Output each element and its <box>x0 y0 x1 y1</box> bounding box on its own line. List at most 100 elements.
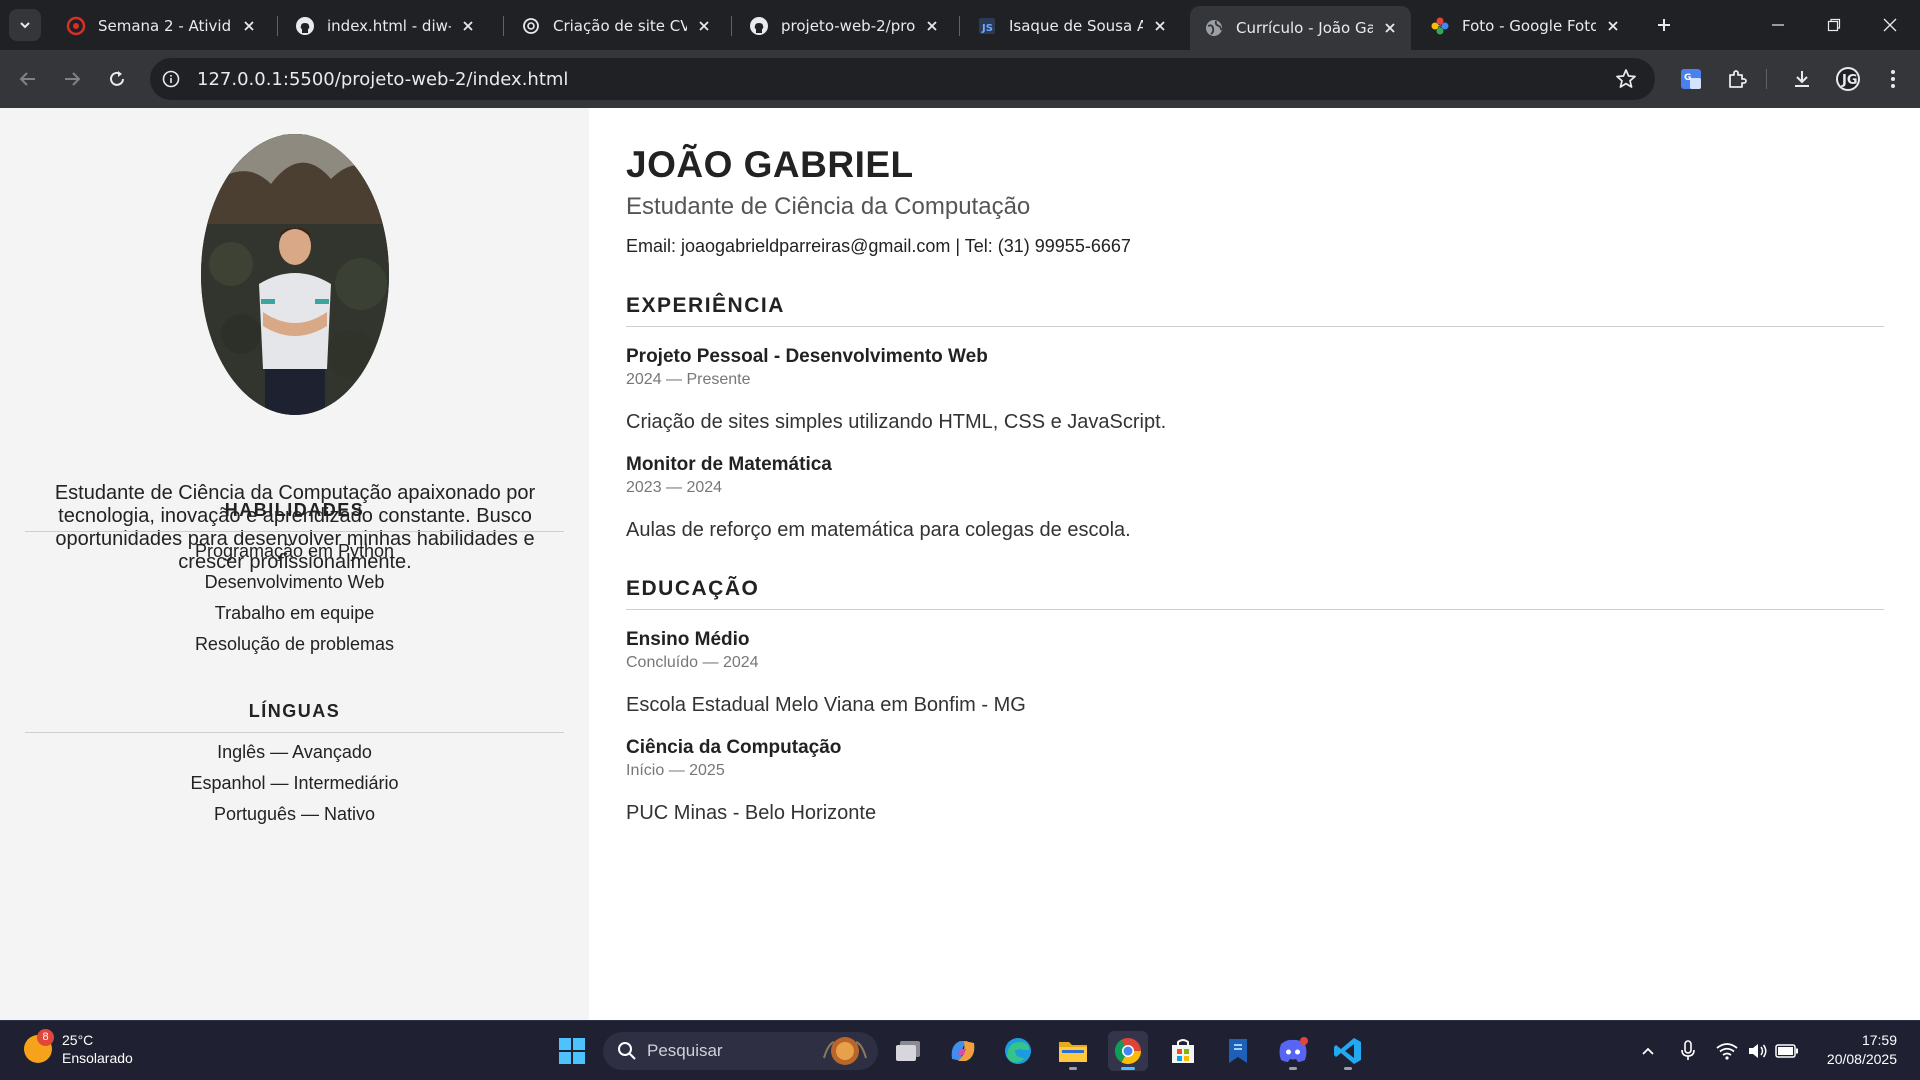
tab-separator <box>959 16 960 36</box>
edge-button[interactable] <box>998 1031 1038 1071</box>
list-item: Resolução de problemas <box>194 634 395 654</box>
globe-icon <box>1204 18 1224 38</box>
copilot-icon <box>951 1041 975 1061</box>
education-dates: Início — 2025 <box>626 762 725 779</box>
chrome-button[interactable] <box>1108 1031 1148 1071</box>
close-icon[interactable] <box>1151 17 1169 35</box>
experience-description: Criação de sites simples utilizando HTML… <box>626 411 1167 433</box>
tab-criacao-site-cv[interactable]: Criação de site CV <box>507 7 725 44</box>
restore-button[interactable] <box>1806 0 1862 50</box>
running-indicator <box>1121 1067 1135 1070</box>
education-heading: EDUCAÇÃO <box>626 577 1884 610</box>
languages-heading: LÍNGUAS <box>25 701 564 733</box>
copilot-button[interactable] <box>943 1031 983 1071</box>
education-dates: Concluído — 2024 <box>626 654 759 671</box>
skills-list: Programação em Python Desenvolvimento We… <box>25 536 564 660</box>
list-item: Português — Nativo <box>213 804 376 824</box>
reload-button[interactable] <box>101 63 133 95</box>
minimize-icon <box>1772 24 1784 26</box>
github-icon <box>295 16 315 36</box>
discord-icon <box>1279 1037 1308 1062</box>
tab-title: Foto - Google Fotos <box>1462 16 1596 35</box>
start-button[interactable] <box>552 1031 592 1071</box>
sun-icon: 8 <box>24 1029 54 1063</box>
volume-icon[interactable] <box>1745 1039 1769 1063</box>
chrome-icon <box>1114 1038 1142 1065</box>
close-icon[interactable] <box>1604 17 1622 35</box>
tab-title: index.html - diw-tp-0 <box>327 16 451 35</box>
wifi-icon[interactable] <box>1715 1039 1739 1063</box>
back-button[interactable] <box>12 63 44 95</box>
extensions-puzzle-icon[interactable] <box>1723 65 1751 93</box>
list-item: Desenvolvimento Web <box>204 572 385 592</box>
system-clock[interactable]: 17:59 20/08/2025 <box>1827 1031 1897 1069</box>
site-info-icon[interactable] <box>154 62 188 96</box>
file-explorer-button[interactable] <box>1053 1031 1093 1071</box>
weather-condition: Ensolarado <box>62 1050 133 1066</box>
tab-google-fotos[interactable]: Foto - Google Fotos <box>1416 7 1634 44</box>
task-view-icon <box>896 1041 920 1061</box>
tab-semana-2[interactable]: Semana 2 - Atividade <box>52 7 270 44</box>
url-text[interactable]: 127.0.0.1:5500/projeto-web-2/index.html <box>197 69 568 90</box>
tab-title: Criação de site CV <box>553 16 687 35</box>
experience-title: Projeto Pessoal - Desenvolvimento Web <box>626 346 988 367</box>
vscode-icon <box>1334 1038 1361 1064</box>
profile-photo <box>201 134 389 415</box>
experience-heading: EXPERIÊNCIA <box>626 294 1884 327</box>
running-indicator <box>1344 1067 1352 1070</box>
download-icon[interactable] <box>1788 65 1816 93</box>
resume-page: Estudante de Ciência da Computação apaix… <box>0 108 1920 1020</box>
js-icon: JS <box>977 16 997 36</box>
close-icon[interactable] <box>923 17 941 35</box>
tab-separator <box>503 16 504 36</box>
bookmark-app-icon <box>1229 1039 1247 1063</box>
tab-curriculo[interactable]: Currículo - João Gabr <box>1190 6 1411 50</box>
bookmark-star-icon[interactable] <box>1615 68 1637 90</box>
restore-icon <box>1827 18 1841 32</box>
forward-button[interactable] <box>56 63 88 95</box>
tab-isaque[interactable]: JS Isaque de Sousa Alm <box>963 7 1181 44</box>
task-view-button[interactable] <box>888 1031 928 1071</box>
microphone-icon[interactable] <box>1676 1039 1700 1063</box>
address-bar[interactable]: 127.0.0.1:5500/projeto-web-2/index.html <box>150 58 1655 100</box>
close-icon[interactable] <box>1381 19 1399 37</box>
close-icon[interactable] <box>459 17 477 35</box>
close-icon[interactable] <box>695 17 713 35</box>
minimize-button[interactable] <box>1750 0 1806 50</box>
puc-icon <box>66 16 86 36</box>
tab-title: Isaque de Sousa Alm <box>1009 16 1143 35</box>
running-indicator <box>1069 1067 1077 1070</box>
svg-text:JG: JG <box>1841 73 1858 88</box>
profile-avatar[interactable]: JG <box>1834 65 1862 93</box>
tab-search-button[interactable] <box>9 9 41 41</box>
more-menu-icon[interactable] <box>1879 65 1907 93</box>
tab-title: Currículo - João Gabr <box>1236 19 1373 37</box>
vscode-button[interactable] <box>1328 1031 1368 1071</box>
languages-list: Inglês — Avançado Espanhol — Intermediár… <box>25 737 564 830</box>
google-translate-icon[interactable]: G <box>1677 65 1705 93</box>
clock-date: 20/08/2025 <box>1826 1051 1897 1067</box>
tab-projeto-web-2[interactable]: projeto-web-2/proje <box>735 7 953 44</box>
skills-heading: HABILIDADES <box>25 500 564 532</box>
tab-separator <box>731 16 732 36</box>
search-icon <box>618 1042 636 1060</box>
list-item: Programação em Python <box>194 541 395 561</box>
close-window-button[interactable] <box>1862 0 1918 50</box>
weather-widget[interactable]: 8 25°C Ensolarado <box>24 1029 133 1067</box>
taskbar-search[interactable]: Pesquisar <box>603 1032 878 1070</box>
battery-icon[interactable] <box>1775 1039 1799 1063</box>
app-button[interactable] <box>1218 1031 1258 1071</box>
chevron-down-icon <box>20 22 30 29</box>
new-tab-button[interactable] <box>1651 12 1677 38</box>
resume-sidebar: Estudante de Ciência da Computação apaix… <box>0 108 589 1020</box>
tab-index-html[interactable]: index.html - diw-tp-0 <box>281 7 489 44</box>
show-hidden-icons-button[interactable] <box>1636 1039 1660 1063</box>
resume-role: Estudante de Ciência da Computação <box>626 193 1031 220</box>
clock-time: 17:59 <box>1861 1032 1897 1048</box>
close-icon[interactable] <box>240 17 258 35</box>
experience-description: Aulas de reforço em matemática para cole… <box>626 519 1131 541</box>
store-button[interactable] <box>1163 1031 1203 1071</box>
discord-button[interactable] <box>1273 1031 1313 1071</box>
education-description: PUC Minas - Belo Horizonte <box>626 802 877 824</box>
tab-separator <box>277 16 278 36</box>
